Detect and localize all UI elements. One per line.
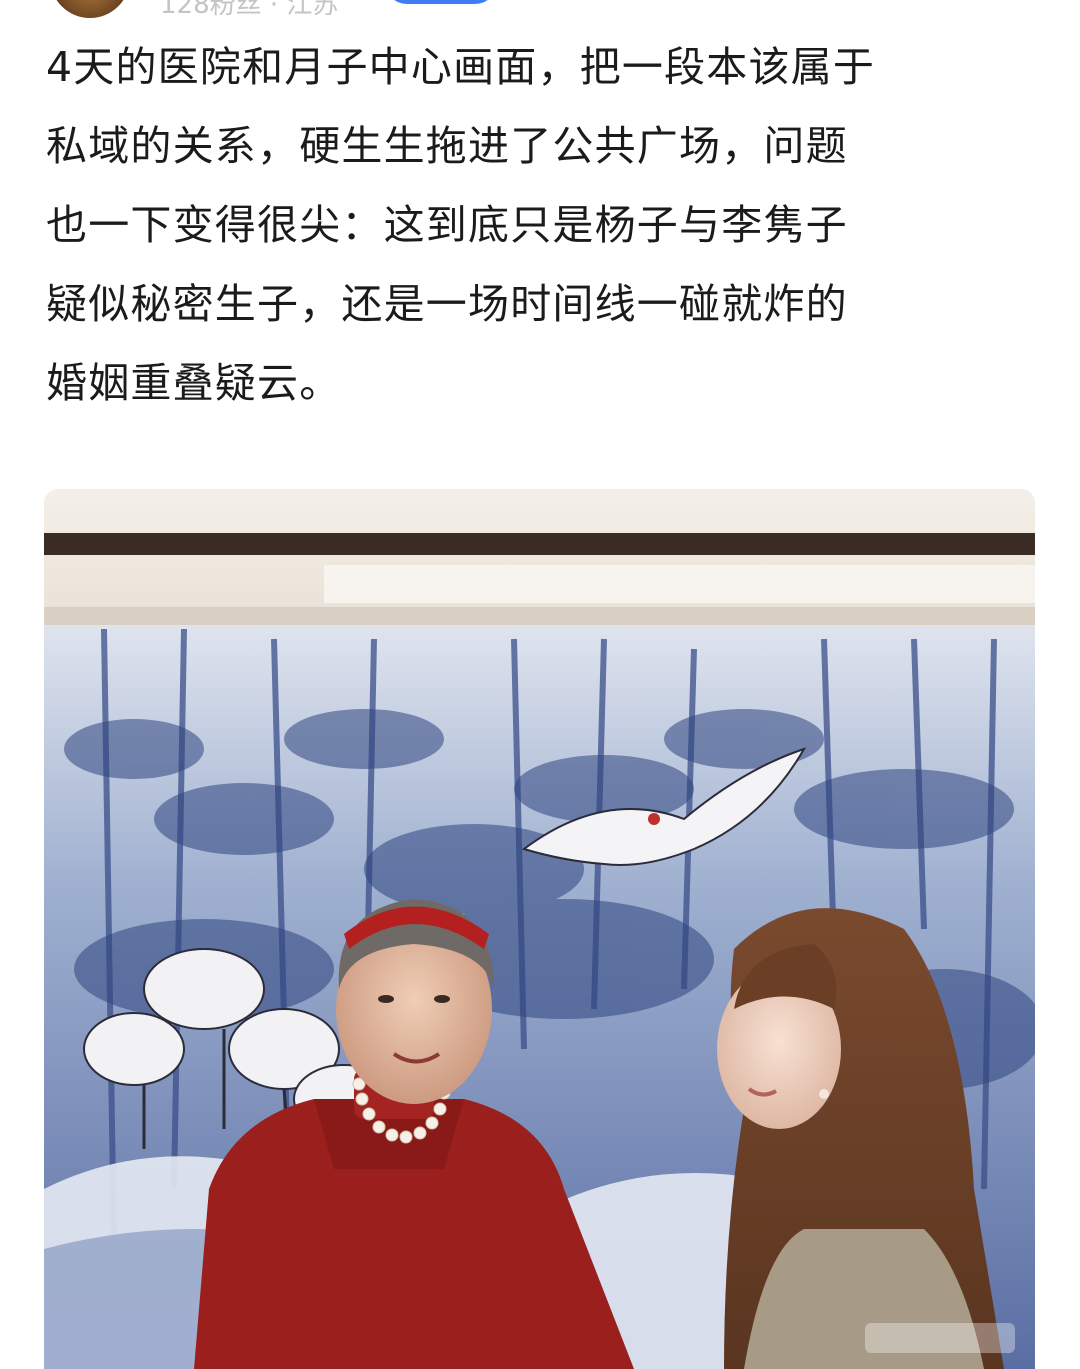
post-body-line: 婚姻重叠疑云。 bbox=[46, 359, 342, 407]
watermark bbox=[865, 1323, 1015, 1353]
post-header: 128粉丝 · 江苏 bbox=[0, 0, 1080, 20]
post-body: 4天的医院和月子中心画面，把一段本该属于 私域的关系，硬生生拖进了公共广场，问题… bbox=[46, 28, 1042, 423]
post-photo[interactable] bbox=[44, 489, 1035, 1369]
post-body-line: 私域的关系，硬生生拖进了公共广场，问题 bbox=[46, 122, 848, 170]
photo-illustration bbox=[44, 489, 1035, 1369]
author-meta: 128粉丝 · 江苏 bbox=[160, 0, 339, 20]
follow-button[interactable] bbox=[385, 0, 497, 4]
post-body-line: 也一下变得很尖：这到底只是杨子与李隽子 bbox=[46, 201, 848, 249]
post-body-line: 疑似秘密生子，还是一场时间线一碰就炸的 bbox=[46, 280, 848, 328]
post-body-line: 4天的医院和月子中心画面，把一段本该属于 bbox=[46, 43, 876, 91]
author-avatar[interactable] bbox=[50, 0, 130, 18]
